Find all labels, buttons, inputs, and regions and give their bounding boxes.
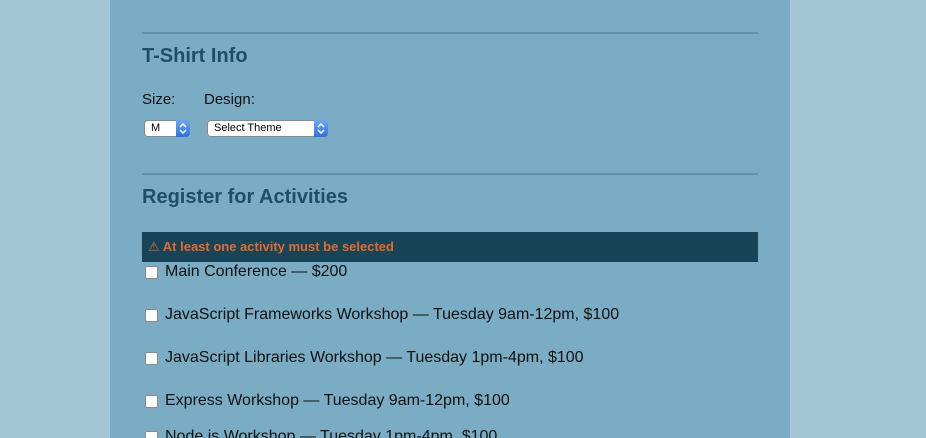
activity-js-frameworks[interactable]: JavaScript Frameworks Workshop — Tuesday… — [145, 306, 619, 324]
section-divider — [142, 173, 758, 175]
design-label: Design: — [204, 91, 255, 108]
activity-checkbox[interactable] — [145, 394, 158, 408]
activity-checkbox[interactable] — [145, 308, 158, 322]
activity-nodejs[interactable]: Node.js Workshop — Tuesday 1pm-4pm, $100 — [145, 428, 497, 438]
activity-label: JavaScript Libraries Workshop — Tuesday … — [165, 349, 584, 366]
activity-checkbox[interactable] — [145, 265, 158, 279]
registration-form: T-Shirt Info Size: Design: M Select Them… — [110, 0, 790, 438]
tshirt-section-title: T-Shirt Info — [142, 45, 248, 67]
activity-label: Node.js Workshop — Tuesday 1pm-4pm, $100 — [165, 428, 498, 438]
activity-checkbox[interactable] — [145, 351, 158, 365]
activity-error-message: ⚠ At least one activity must be selected — [142, 232, 758, 262]
design-select-value: Select Theme — [214, 122, 282, 134]
activity-checkbox[interactable] — [145, 430, 158, 438]
section-divider — [142, 32, 758, 34]
select-arrows-icon — [176, 120, 190, 137]
select-arrows-icon — [314, 120, 328, 137]
size-label: Size: — [142, 91, 176, 108]
activity-label: JavaScript Frameworks Workshop — Tuesday… — [165, 306, 620, 323]
design-select[interactable]: Select Theme — [207, 120, 328, 137]
activity-main-conference[interactable]: Main Conference — $200 — [145, 263, 347, 281]
activity-express[interactable]: Express Workshop — Tuesday 9am-12pm, $10… — [145, 392, 510, 410]
size-select-value: M — [151, 122, 161, 134]
size-select[interactable]: M — [144, 120, 190, 137]
activity-label: Express Workshop — Tuesday 9am-12pm, $10… — [165, 392, 510, 409]
activities-section-title: Register for Activities — [142, 186, 348, 208]
activity-js-libraries[interactable]: JavaScript Libraries Workshop — Tuesday … — [145, 349, 584, 367]
activity-label: Main Conference — $200 — [165, 263, 348, 280]
